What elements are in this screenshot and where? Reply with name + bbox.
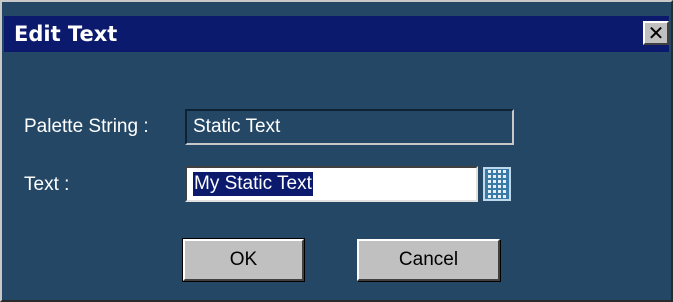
cancel-button[interactable]: Cancel <box>357 239 500 281</box>
ok-button[interactable]: OK <box>182 238 305 282</box>
ok-button-label: OK <box>229 249 258 270</box>
text-label: Text : <box>24 174 70 195</box>
edit-text-dialog: Edit Text ✕ Palette String : Static Text… <box>0 0 673 302</box>
keypad-icon <box>488 170 491 173</box>
cancel-button-label: Cancel <box>398 249 459 270</box>
dialog-title: Edit Text <box>14 22 118 46</box>
close-icon: ✕ <box>647 21 665 45</box>
text-input[interactable]: My Static Text <box>185 166 478 202</box>
palette-string-field: Static Text <box>185 109 514 145</box>
text-input-value: My Static Text <box>193 172 313 196</box>
palette-string-value: Static Text <box>193 116 281 137</box>
title-bar: Edit Text ✕ <box>4 16 669 52</box>
close-button[interactable]: ✕ <box>643 21 669 45</box>
keypad-button[interactable] <box>483 167 511 201</box>
palette-string-label: Palette String : <box>24 116 149 137</box>
